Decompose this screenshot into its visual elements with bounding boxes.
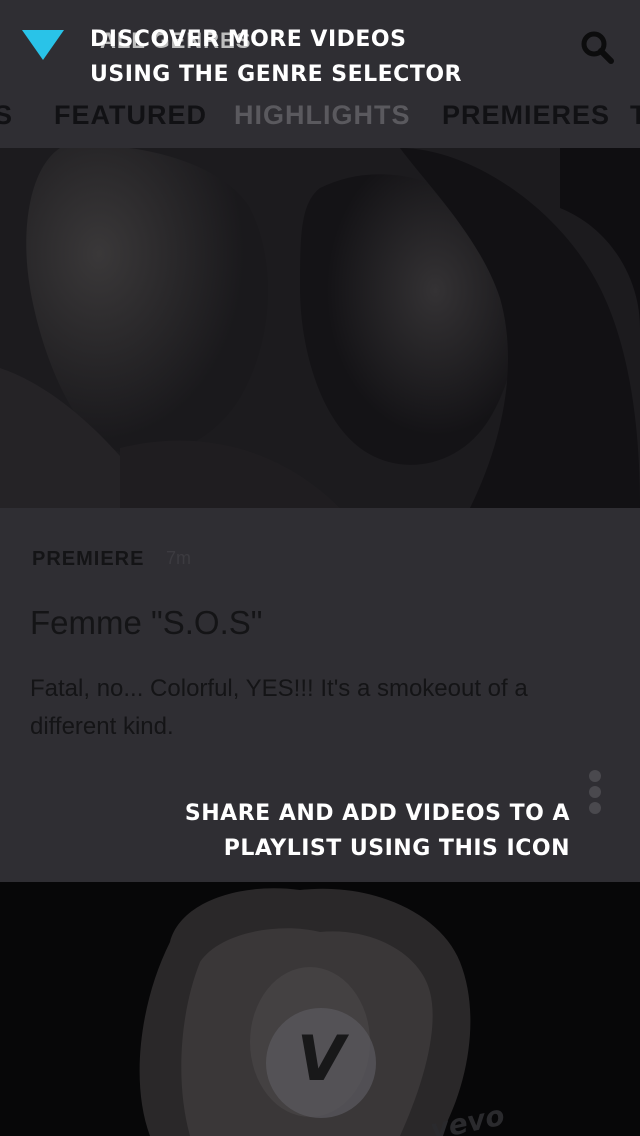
coach-mark-genre: DISCOVER MORE VIDEOS USING THE GENRE SEL… xyxy=(90,22,462,92)
video-timestamp: 7m xyxy=(166,548,192,568)
category-tabs: S FEATURED HIGHLIGHTS PREMIERES T xyxy=(0,90,640,148)
video-thumbnail[interactable] xyxy=(0,148,640,508)
coach-mark-share: SHARE AND ADD VIDEOS TO A PLAYLIST USING… xyxy=(185,796,570,866)
app-screen: ALL GENRES S FEATURED HIGHLIGHTS PREMIER… xyxy=(0,0,640,1136)
coach-mark-genre-line1: DISCOVER MORE VIDEOS xyxy=(90,27,407,52)
coach-mark-share-line2: PLAYLIST USING THIS ICON xyxy=(223,836,570,861)
vevo-logo-badge: V xyxy=(266,1008,376,1118)
triangle-down-icon xyxy=(22,30,64,60)
search-icon[interactable] xyxy=(578,28,618,68)
video-description: Fatal, no... Colorful, YES!!! It's a smo… xyxy=(30,675,528,740)
video-type-badge: PREMIERE xyxy=(32,548,145,570)
vevo-badge-letter: V xyxy=(297,1022,345,1095)
tab-partial-right[interactable]: T xyxy=(630,100,640,131)
coach-mark-share-line1: SHARE AND ADD VIDEOS TO A xyxy=(184,801,570,826)
coach-mark-genre-line2: USING THE GENRE SELECTOR xyxy=(90,62,462,87)
tab-featured[interactable]: FEATURED xyxy=(54,100,207,131)
tab-premieres[interactable]: PREMIERES xyxy=(442,100,610,131)
video-title[interactable]: Femme "S.O.S" xyxy=(30,604,262,642)
tab-partial-left[interactable]: S xyxy=(0,100,13,131)
thumbnail-image xyxy=(0,148,640,508)
tab-highlights[interactable]: HIGHLIGHTS xyxy=(234,100,411,131)
more-vertical-icon[interactable] xyxy=(580,770,610,816)
